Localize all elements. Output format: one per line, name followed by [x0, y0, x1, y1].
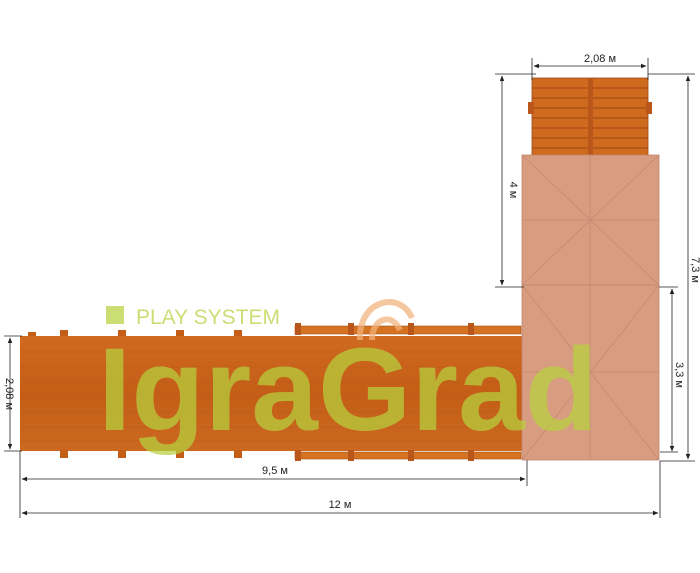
- watermark-logo: PLAY SYSTEM IgraGrad: [98, 299, 598, 456]
- tower-roof-upper: [521, 154, 660, 286]
- dim-label-left-height: 2,08 м: [3, 378, 15, 410]
- dim-label-top-width: 2,08 м: [584, 53, 616, 65]
- stairs: [528, 77, 652, 159]
- dim-label-bottom-total-width: 12 м: [329, 499, 352, 511]
- dim-label-top-left-height: 4 м: [507, 182, 519, 199]
- playground-plan-diagram: PLAY SYSTEM IgraGrad 2,08 м 4 м 7,3 м 3,…: [3, 53, 700, 518]
- dim-label-right-lower-height: 3,3 м: [673, 362, 685, 388]
- dim-label-bottom-inner-width: 9,5 м: [262, 465, 288, 477]
- dim-label-right-total-height: 7,3 м: [689, 257, 700, 283]
- watermark-brand: IgraGrad: [98, 324, 598, 456]
